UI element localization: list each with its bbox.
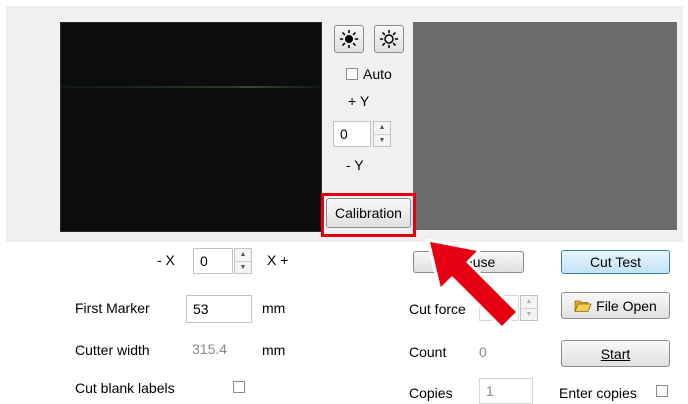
enter-copies-checkbox[interactable] (656, 385, 668, 397)
count-label: Count (409, 344, 447, 360)
brightness-up-icon (339, 29, 359, 49)
first-marker-label: First Marker (75, 300, 150, 316)
auto-checkbox[interactable] (346, 68, 358, 80)
camera-view-right (413, 22, 677, 230)
plus-x-label: X + (267, 252, 289, 268)
cutter-width-unit: mm (262, 342, 286, 358)
start-button[interactable]: Start (561, 340, 670, 367)
highlight-box (321, 193, 416, 237)
cut-blank-labels-label: Cut blank labels (75, 380, 175, 396)
spin-up-icon[interactable]: ▲ (235, 249, 251, 262)
enter-copies-label: Enter copies (559, 385, 637, 401)
minus-x-label: - X (157, 252, 175, 268)
brightness-down-button[interactable] (374, 25, 404, 53)
x-offset-input[interactable]: 0 (193, 248, 233, 274)
x-offset-spinner[interactable]: ▲ ▼ (234, 248, 252, 274)
first-marker-input[interactable]: 53 (186, 295, 252, 323)
file-open-label: File Open (596, 297, 657, 314)
file-open-button[interactable]: File Open (561, 292, 670, 319)
annotation-arrow-icon (426, 238, 520, 330)
scan-line (61, 86, 321, 88)
cut-test-button[interactable]: Cut Test (561, 250, 670, 274)
brightness-down-icon (379, 29, 399, 49)
y-offset-input[interactable]: 0 (333, 121, 371, 147)
plus-y-label: + Y (348, 93, 370, 109)
count-value: 0 (479, 344, 487, 360)
y-offset-spinner[interactable]: ▲ ▼ (373, 121, 391, 147)
folder-open-icon (574, 300, 592, 312)
auto-label: Auto (363, 66, 392, 82)
start-label: Start (600, 345, 631, 362)
brightness-up-button[interactable] (334, 25, 364, 53)
minus-y-label: - Y (346, 157, 364, 173)
cutter-width-value: 315.4 (192, 341, 228, 357)
copies-input[interactable]: 1 (479, 378, 533, 404)
spin-up-icon[interactable]: ▲ (374, 122, 390, 135)
camera-view-left (60, 22, 322, 232)
cut-blank-labels-checkbox[interactable] (233, 381, 245, 393)
cutter-width-label: Cutter width (75, 342, 150, 358)
spin-down-icon[interactable]: ▼ (374, 135, 390, 147)
first-marker-unit: mm (262, 300, 286, 316)
copies-label: Copies (409, 385, 453, 401)
spin-down-icon[interactable]: ▼ (235, 262, 251, 274)
